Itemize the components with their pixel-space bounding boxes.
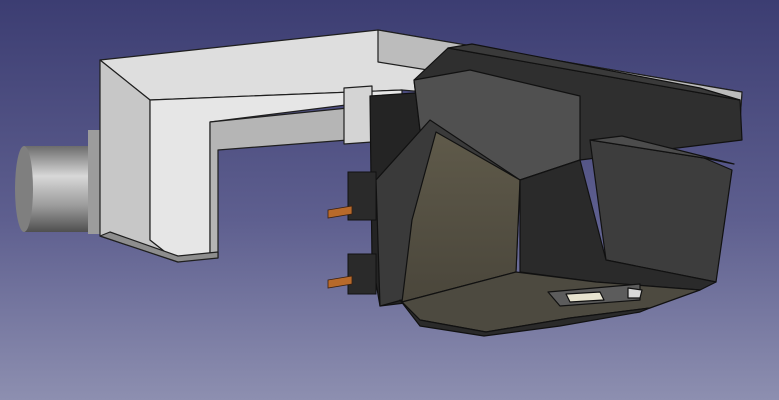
connector-cylinder [15,130,102,234]
cartridge-pins [327,171,377,295]
3d-viewport[interactable] [0,0,779,400]
cartridge-body [369,43,743,337]
cartridge-3d-model[interactable] [0,0,779,400]
